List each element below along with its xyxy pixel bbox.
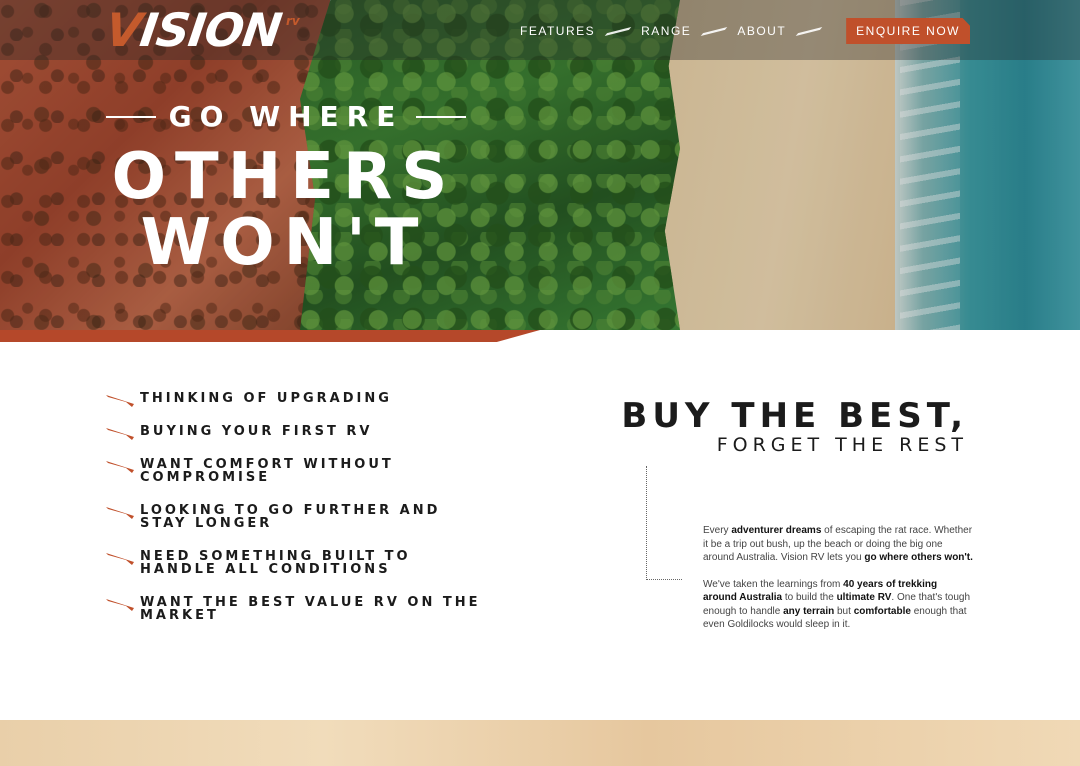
list-item: THINKING OF UPGRADING bbox=[106, 391, 486, 407]
emphasis-text: adventurer dreams bbox=[731, 525, 822, 536]
list-item: NEED SOMETHING BUILT TO HANDLE ALL CONDI… bbox=[106, 550, 486, 576]
nav-range[interactable]: RANGE bbox=[641, 24, 691, 38]
buy-subtitle: FORGET THE REST bbox=[716, 434, 968, 456]
hero-headline: OTHERS WON'T bbox=[104, 144, 464, 276]
intro-paragraph-2: We've taken the learnings from 40 years … bbox=[703, 578, 973, 632]
main-nav: FEATURES RANGE ABOUT ENQUIRE NOW bbox=[520, 18, 970, 44]
buy-title: BUY THE BEST, bbox=[621, 396, 968, 436]
slash-mark-icon bbox=[106, 395, 134, 407]
logo-wordmark: ISION bbox=[136, 3, 285, 57]
body-text: to build the bbox=[782, 592, 837, 603]
reason-text: LOOKING TO GO FURTHER AND STAY LONGER bbox=[140, 503, 441, 531]
nav-features[interactable]: FEATURES bbox=[520, 24, 595, 38]
list-item: LOOKING TO GO FURTHER AND STAY LONGER bbox=[106, 504, 486, 530]
sand-image-strip bbox=[0, 720, 1080, 766]
logo-rv-suffix: rv bbox=[286, 14, 300, 28]
accent-strip bbox=[0, 330, 540, 342]
body-text: We've taken the learnings from bbox=[703, 578, 844, 590]
enquire-now-button[interactable]: ENQUIRE NOW bbox=[846, 18, 970, 44]
emphasis-text: comfortable bbox=[853, 605, 911, 617]
slash-mark-icon bbox=[106, 599, 134, 611]
buy-the-best-heading: BUY THE BEST, FORGET THE REST bbox=[621, 398, 968, 456]
slash-mark-icon bbox=[106, 507, 134, 519]
intro-paragraph-1: Every adventurer dreams of escaping the … bbox=[703, 524, 973, 565]
slash-separator-icon bbox=[604, 26, 632, 36]
reason-text: NEED SOMETHING BUILT TO HANDLE ALL CONDI… bbox=[140, 549, 411, 577]
body-text: but bbox=[834, 605, 854, 617]
dotted-bracket-decoration bbox=[646, 466, 682, 580]
emphasis-text: go where others won't. bbox=[864, 552, 973, 563]
hero-kicker: GO WHERE bbox=[106, 100, 466, 133]
reason-text: WANT THE BEST VALUE RV ON THE MARKET bbox=[140, 595, 481, 623]
headline-line-1: OTHERS bbox=[111, 140, 457, 214]
reason-text: THINKING OF UPGRADING bbox=[140, 391, 392, 406]
kicker-rule-right bbox=[416, 115, 466, 118]
headline-line-2: WON'T bbox=[140, 206, 428, 280]
reason-text: BUYING YOUR FIRST RV bbox=[140, 424, 373, 439]
reason-text: WANT COMFORT WITHOUT COMPROMISE bbox=[140, 457, 394, 485]
slash-mark-icon bbox=[106, 461, 134, 473]
nav-about[interactable]: ABOUT bbox=[737, 24, 786, 38]
slash-mark-icon bbox=[106, 553, 134, 565]
slash-separator-icon bbox=[795, 26, 823, 36]
body-text: Every bbox=[703, 525, 732, 536]
slash-mark-icon bbox=[106, 428, 134, 440]
slash-separator-icon bbox=[701, 26, 728, 36]
emphasis-text: ultimate RV bbox=[836, 592, 892, 603]
reasons-list: THINKING OF UPGRADING BUYING YOUR FIRST … bbox=[106, 392, 486, 642]
vision-rv-logo[interactable]: VISION bbox=[102, 3, 285, 57]
hero-kicker-text: GO WHERE bbox=[168, 100, 404, 133]
intro-copy: Every adventurer dreams of escaping the … bbox=[703, 524, 973, 645]
list-item: WANT COMFORT WITHOUT COMPROMISE bbox=[106, 458, 486, 484]
list-item: BUYING YOUR FIRST RV bbox=[106, 424, 486, 440]
hero-banner: VISION rv FEATURES RANGE ABOUT ENQUIRE N… bbox=[0, 0, 1080, 330]
kicker-rule-left bbox=[106, 115, 156, 118]
emphasis-text: any terrain bbox=[783, 605, 835, 617]
list-item: WANT THE BEST VALUE RV ON THE MARKET bbox=[106, 596, 486, 622]
